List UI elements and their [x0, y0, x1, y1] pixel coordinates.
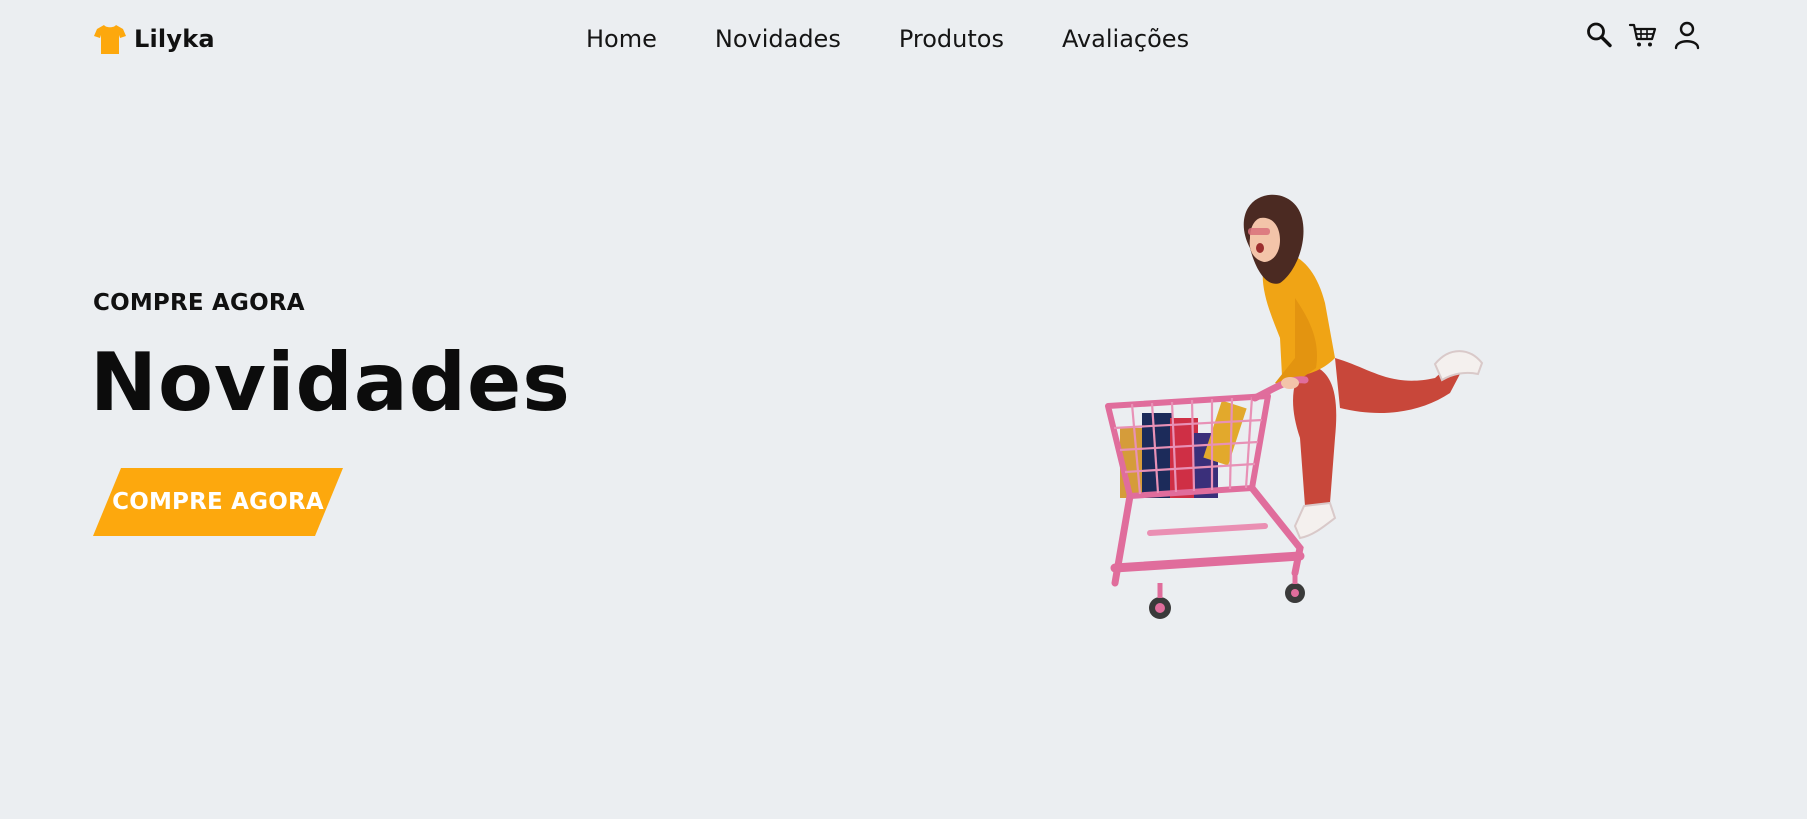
header-actions — [1584, 20, 1702, 50]
tshirt-icon — [94, 25, 126, 54]
main-nav: Home Novidades Produtos Avaliações — [586, 24, 1189, 54]
brand-name: Lilyka — [134, 25, 215, 53]
landing-page: Lilyka Home Novidades Produtos Avaliaçõe… — [0, 0, 1807, 819]
user-icon — [1674, 21, 1700, 50]
search-icon — [1587, 22, 1612, 48]
nav-item-novidades[interactable]: Novidades — [715, 24, 841, 54]
search-button[interactable] — [1584, 20, 1614, 50]
woman-riding-shopping-cart-image — [1105, 194, 1484, 619]
shop-now-button[interactable]: COMPRE AGORA — [93, 468, 343, 536]
hero-eyebrow: COMPRE AGORA — [93, 290, 305, 316]
brand-logo-link[interactable]: Lilyka — [93, 22, 215, 56]
hero-image — [1090, 188, 1540, 648]
nav-item-avaliacoes[interactable]: Avaliações — [1062, 24, 1189, 54]
cart-button[interactable] — [1628, 20, 1658, 50]
site-header: Lilyka Home Novidades Produtos Avaliaçõe… — [0, 0, 1807, 78]
nav-item-produtos[interactable]: Produtos — [899, 24, 1004, 54]
nav-item-home[interactable]: Home — [586, 24, 657, 54]
cart-icon — [1628, 23, 1657, 47]
account-button[interactable] — [1672, 20, 1702, 50]
hero-title: Novidades — [90, 336, 571, 429]
